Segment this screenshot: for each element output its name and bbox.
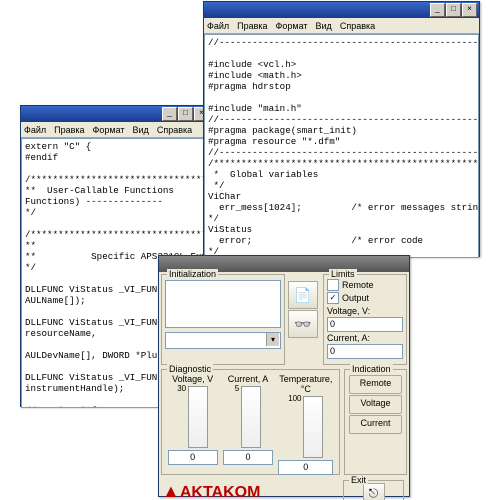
temp-readout: 0 xyxy=(278,460,333,475)
remote-button[interactable]: Remote xyxy=(349,375,402,394)
limits-legend: Limits xyxy=(329,269,357,279)
output-label: Output xyxy=(342,293,369,303)
voltage-readout: 0 xyxy=(168,450,218,465)
menu-format-1[interactable]: Формат xyxy=(93,125,125,135)
menu-file-1[interactable]: Файл xyxy=(24,125,46,135)
ind-legend: Indication xyxy=(350,364,393,374)
control-panel: Initialization 📄 👓 Limits Remote ✓Output… xyxy=(158,255,410,497)
temp-scale xyxy=(303,396,323,458)
menubar-1: Файл Правка Формат Вид Справка xyxy=(21,122,211,138)
current-limit-label: Current, A: xyxy=(327,333,403,343)
binoc-icon[interactable]: 👓 xyxy=(288,310,318,338)
menubar-2: Файл Правка Формат Вид Справка xyxy=(204,18,479,34)
diag-legend: Diagnostic xyxy=(167,364,213,374)
init-legend: Initialization xyxy=(167,269,218,279)
current-readout: 0 xyxy=(223,450,273,465)
max-btn-2[interactable]: □ xyxy=(446,3,461,17)
current-button[interactable]: Current xyxy=(349,415,402,434)
menu-edit-1[interactable]: Правка xyxy=(54,125,84,135)
remote-checkbox[interactable] xyxy=(327,279,339,291)
menu-help-1[interactable]: Справка xyxy=(157,125,192,135)
diag-current-label: Current, A xyxy=(223,374,273,384)
remote-label: Remote xyxy=(342,280,374,290)
logo: ▲AKTAKOM xyxy=(162,481,341,500)
menu-view-2[interactable]: Вид xyxy=(316,21,332,31)
close-btn-2[interactable]: × xyxy=(462,3,477,17)
exit-legend: Exit xyxy=(349,475,368,485)
menu-help-2[interactable]: Справка xyxy=(340,21,375,31)
doc-icon[interactable]: 📄 xyxy=(288,281,318,309)
voltage-button[interactable]: Voltage xyxy=(349,395,402,414)
menu-edit-2[interactable]: Правка xyxy=(237,21,267,31)
limits-group: Limits Remote ✓Output Voltage, V: 0 Curr… xyxy=(323,274,407,365)
exit-group: Exit ⎋ xyxy=(343,480,404,500)
titlebar-1[interactable]: _ □ × xyxy=(21,106,211,122)
current-limit-field[interactable]: 0 xyxy=(327,344,403,359)
titlebar-2[interactable]: _ □ × xyxy=(204,2,479,18)
init-group: Initialization xyxy=(161,274,285,365)
indication-group: Indication Remote Voltage Current xyxy=(344,369,407,475)
diagnostic-group: Diagnostic Voltage, V 30 0 Current, A 5 … xyxy=(161,369,340,475)
output-checkbox[interactable]: ✓ xyxy=(327,292,339,304)
menu-file-2[interactable]: Файл xyxy=(207,21,229,31)
voltage-scale xyxy=(188,386,208,448)
diag-temp-label: Temperature, °C xyxy=(278,374,333,394)
min-btn-1[interactable]: _ xyxy=(162,107,177,121)
voltage-limit-field[interactable]: 0 xyxy=(327,317,403,332)
menu-format-2[interactable]: Формат xyxy=(276,21,308,31)
max-btn-1[interactable]: □ xyxy=(178,107,193,121)
menu-view-1[interactable]: Вид xyxy=(133,125,149,135)
code-window-2: _ □ × Файл Правка Формат Вид Справка //-… xyxy=(203,1,480,257)
exit-button[interactable]: ⎋ xyxy=(363,483,385,500)
diag-voltage-label: Voltage, V xyxy=(168,374,218,384)
init-display xyxy=(165,280,281,328)
min-btn-2[interactable]: _ xyxy=(430,3,445,17)
voltage-limit-label: Voltage, V: xyxy=(327,306,403,316)
init-combo[interactable] xyxy=(165,332,281,349)
current-scale xyxy=(241,386,261,448)
code-editor-2[interactable]: //--------------------------------------… xyxy=(204,34,479,258)
